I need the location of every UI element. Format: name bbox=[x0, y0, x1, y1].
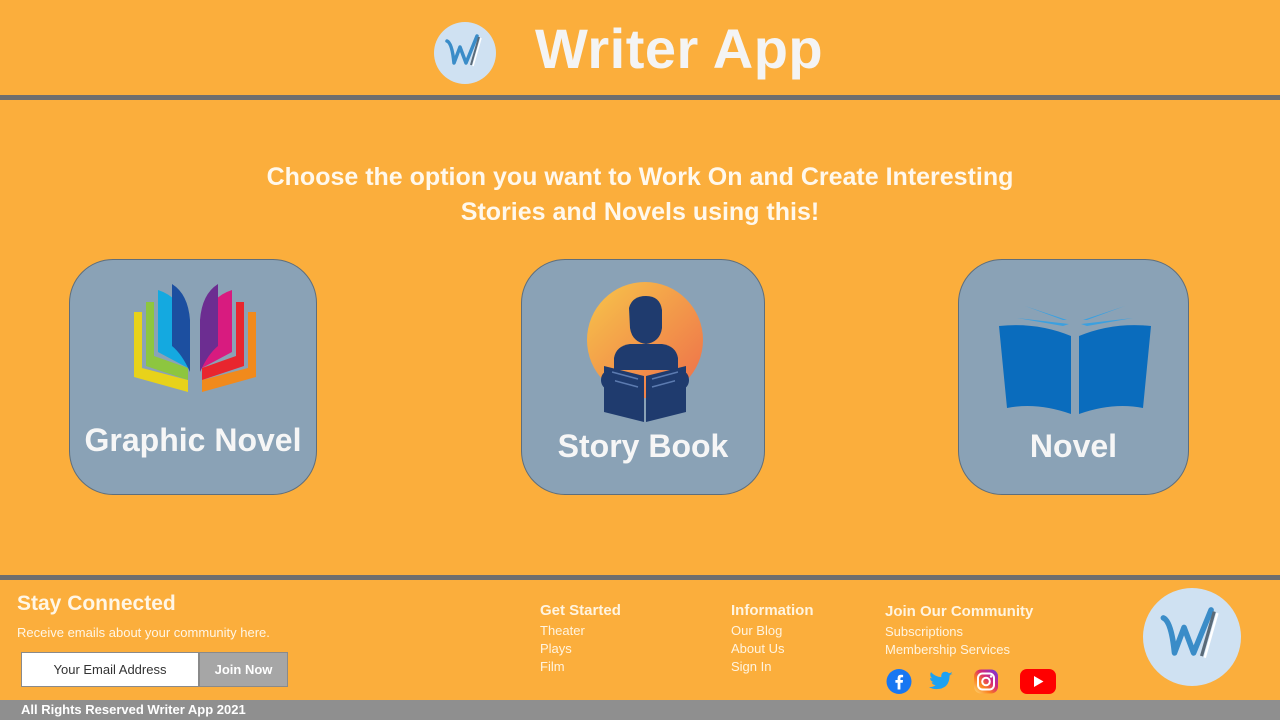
get-started-title: Get Started bbox=[540, 602, 621, 619]
header-divider bbox=[0, 95, 1280, 100]
link-plays[interactable]: Plays bbox=[540, 640, 621, 658]
stay-connected-subtitle: Receive emails about your community here… bbox=[17, 625, 270, 640]
link-theater[interactable]: Theater bbox=[540, 622, 621, 640]
community-title: Join Our Community bbox=[885, 603, 1034, 620]
colorful-book-icon bbox=[134, 284, 256, 392]
link-our-blog[interactable]: Our Blog bbox=[731, 622, 814, 640]
graphic-novel-card[interactable]: Graphic Novel bbox=[69, 259, 317, 495]
app-title: Writer App bbox=[535, 17, 824, 80]
youtube-icon[interactable] bbox=[1019, 668, 1057, 695]
app-logo-icon[interactable] bbox=[434, 22, 496, 84]
story-book-label: Story Book bbox=[557, 428, 729, 464]
novel-label: Novel bbox=[1029, 428, 1118, 464]
intro-line-2: Stories and Novels using this! bbox=[460, 198, 820, 226]
footer-logo-icon[interactable] bbox=[1143, 588, 1241, 686]
link-membership-services[interactable]: Membership Services bbox=[885, 641, 1033, 659]
stay-connected-title: Stay Connected bbox=[17, 592, 176, 615]
copyright-bar: All Rights Reserved Writer App 2021 bbox=[0, 700, 1280, 720]
information-column: Information Our Blog About Us Sign In bbox=[731, 602, 814, 676]
information-title: Information bbox=[731, 602, 814, 619]
facebook-icon[interactable] bbox=[886, 668, 912, 695]
graphic-novel-label: Graphic Novel bbox=[84, 422, 302, 458]
reader-silhouette-icon bbox=[587, 282, 703, 422]
twitter-icon[interactable] bbox=[928, 668, 954, 695]
get-started-column: Get Started Theater Plays Film bbox=[540, 602, 621, 676]
intro-line-1: Choose the option you want to Work On an… bbox=[266, 163, 1014, 191]
link-film[interactable]: Film bbox=[540, 658, 621, 676]
header: Writer App bbox=[0, 0, 1280, 95]
story-book-card[interactable]: Story Book bbox=[521, 259, 765, 495]
open-book-icon bbox=[999, 306, 1151, 414]
link-sign-in[interactable]: Sign In bbox=[731, 658, 814, 676]
community-column: Join Our Community Subscriptions Members… bbox=[885, 603, 1033, 659]
join-now-button[interactable]: Join Now bbox=[199, 652, 288, 687]
link-subscriptions[interactable]: Subscriptions bbox=[885, 623, 1033, 641]
novel-card[interactable]: Novel bbox=[958, 259, 1189, 495]
link-about-us[interactable]: About Us bbox=[731, 640, 814, 658]
copyright-text: All Rights Reserved Writer App 2021 bbox=[21, 702, 246, 717]
footer-divider bbox=[0, 575, 1280, 580]
instagram-icon[interactable] bbox=[973, 668, 999, 695]
email-input[interactable] bbox=[21, 652, 199, 687]
intro-text: Choose the option you want to Work On an… bbox=[240, 160, 1040, 230]
